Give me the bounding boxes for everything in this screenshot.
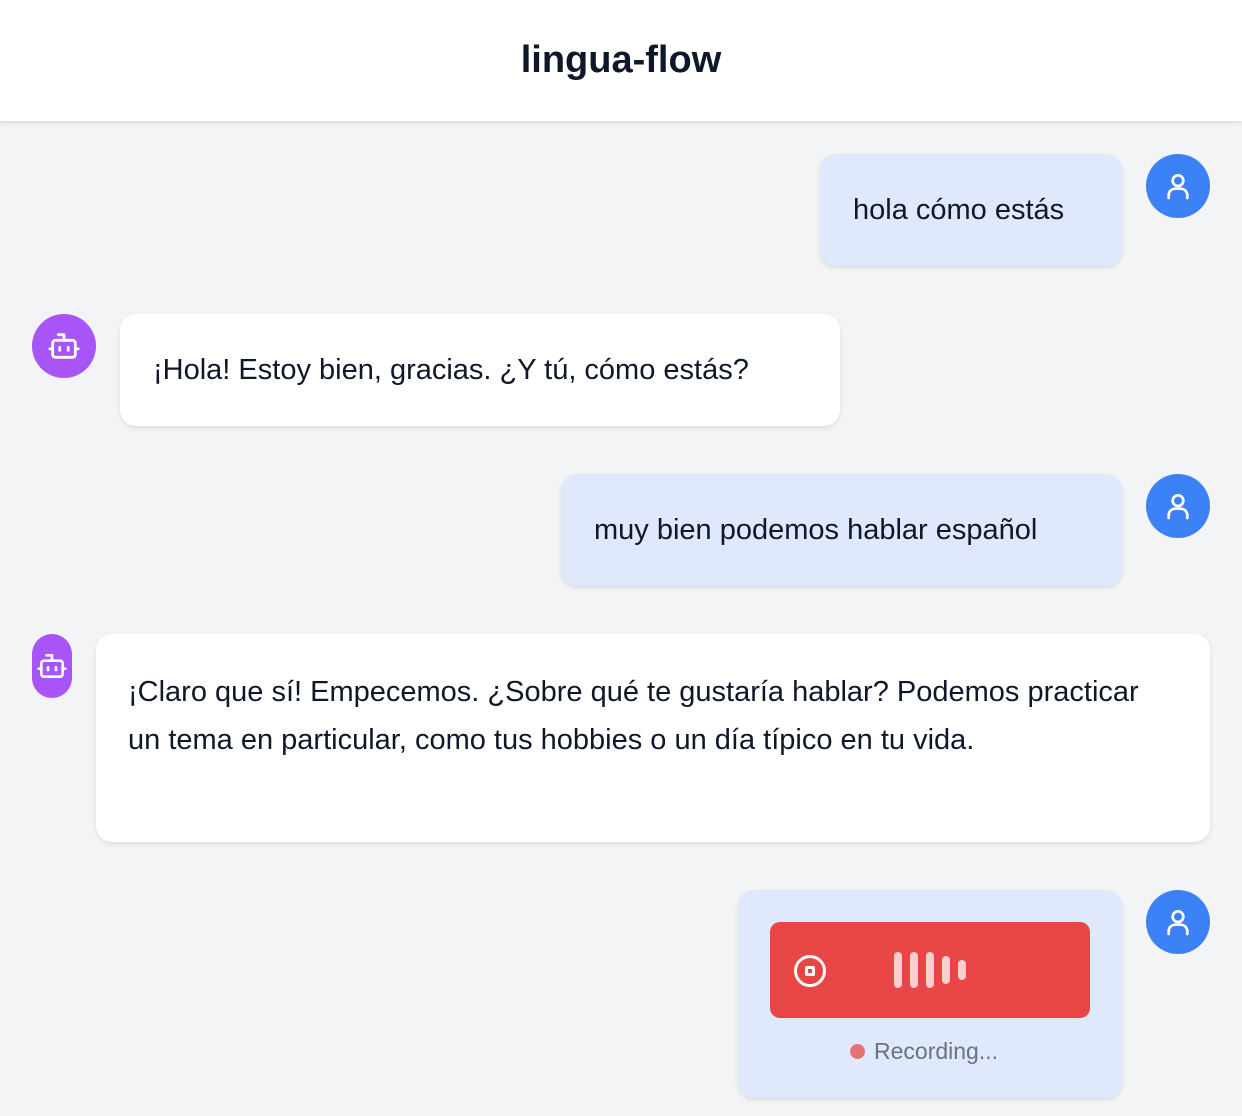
waveform-bar [910,952,918,988]
user-icon [1167,174,1189,200]
message-text: hola cómo estás [853,194,1065,226]
bot-avatar [32,634,72,698]
bot-icon [48,333,80,359]
bot-avatar [32,314,96,378]
user-avatar [1146,474,1210,538]
waveform-bar [894,952,902,988]
waveform-bar [958,960,966,980]
user-message: hola cómo estás [820,154,1122,266]
app-header: lingua-flow [0,0,1242,121]
user-avatar [1146,890,1210,954]
message-text: ¡Hola! Estoy bien, gracias. ¿Y tú, cómo … [153,354,749,386]
waveform-bar [942,956,950,984]
stop-circle-icon[interactable] [794,955,826,987]
assistant-message: ¡Claro que sí! Empecemos. ¿Sobre qué te … [96,634,1210,842]
message-text: muy bien podemos hablar español [594,514,1038,546]
user-message: muy bien podemos hablar español [561,474,1122,586]
user-icon [1167,494,1189,520]
message-text: ¡Claro que sí! Empecemos. ¿Sobre qué te … [128,676,1139,756]
user-icon [1167,910,1189,936]
chat-thread: hola cómo estás ¡Hola! Estoy bien, graci… [0,0,1242,1098]
app-title: lingua-flow [520,39,722,81]
recording-dot-icon [850,1043,865,1059]
waveform-bar [926,952,934,988]
voice-recorder[interactable] [770,922,1090,1018]
recording-status-text: Recording... [874,1037,999,1064]
assistant-message: ¡Hola! Estoy bien, gracias. ¿Y tú, cómo … [120,314,840,426]
stop-square [805,966,815,976]
bot-icon [37,654,67,678]
recording-status: Recording... [850,1036,998,1066]
user-avatar [1146,154,1210,218]
